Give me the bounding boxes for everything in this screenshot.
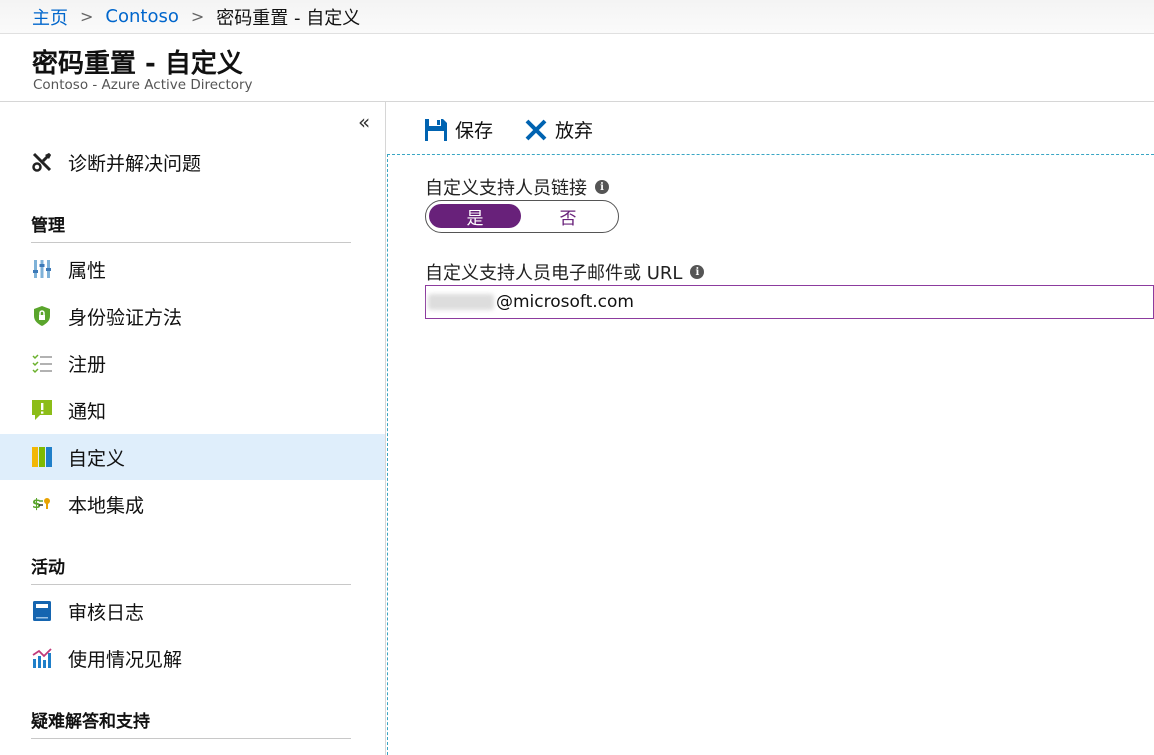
toggle-yes-option[interactable]: 是 <box>429 204 521 229</box>
blade-header: 密码重置 - 自定义 Contoso - Azure Active Direct… <box>0 35 1154 102</box>
support-link-label-text: 自定义支持人员链接 <box>425 178 587 199</box>
breadcrumb-separator-icon: > <box>190 7 205 26</box>
sidebar-item-audit-logs[interactable]: 审核日志 <box>0 588 385 634</box>
sidebar-item-label: 本地集成 <box>68 494 145 517</box>
sidebar-item-label: 身份验证方法 <box>68 306 183 329</box>
save-label: 保存 <box>455 120 494 142</box>
discard-label: 放弃 <box>555 120 594 142</box>
support-link-label: 自定义支持人员链接 i <box>425 174 609 200</box>
support-email-field[interactable]: @microsoft.com <box>425 285 1154 319</box>
section-divider <box>31 584 351 585</box>
sidebar-item-auth-methods[interactable]: 身份验证方法 <box>0 293 385 339</box>
support-link-toggle[interactable]: 是 否 <box>425 200 619 233</box>
section-divider <box>31 738 351 739</box>
breadcrumb-contoso[interactable]: Contoso <box>105 6 178 27</box>
info-icon[interactable]: i <box>690 265 705 279</box>
notification-icon <box>31 399 53 421</box>
on-premises-integration-icon: $ <box>31 493 53 515</box>
sidebar-item-label: 通知 <box>68 400 107 423</box>
breadcrumb: 主页 > Contoso > 密码重置 - 自定义 <box>0 0 1154 34</box>
sidebar-item-usage-insights[interactable]: 使用情况见解 <box>0 635 385 681</box>
sidebar-item-label: 使用情况见解 <box>68 648 183 671</box>
breadcrumb-home[interactable]: 主页 <box>32 4 68 30</box>
close-icon <box>524 118 548 142</box>
sidebar-item-onprem-integration[interactable]: $ 本地集成 <box>0 481 385 527</box>
page-title: 密码重置 - 自定义 <box>32 49 243 79</box>
command-bar: 保存 放弃 <box>387 102 1154 154</box>
toggle-no-option[interactable]: 否 <box>522 204 614 229</box>
collapse-sidebar-icon[interactable]: « <box>358 110 370 134</box>
audit-log-icon <box>31 600 53 622</box>
redacted-text-mask <box>428 294 494 310</box>
sidebar: « 诊断并解决问题 管理 属性 身份验证方法 注册 通知 自定义 $ 本地集成 … <box>0 102 386 755</box>
support-email-label: 自定义支持人员电子邮件或 URL i <box>425 259 705 285</box>
save-button[interactable]: 保存 <box>424 116 493 143</box>
properties-icon <box>31 258 53 280</box>
support-email-value: @microsoft.com <box>496 292 634 312</box>
content-pane <box>387 154 1154 755</box>
sidebar-item-label: 审核日志 <box>68 601 145 624</box>
section-heading-troubleshooting: 疑难解答和支持 <box>31 712 150 732</box>
sidebar-item-diagnose[interactable]: 诊断并解决问题 <box>0 139 385 185</box>
sidebar-item-customization[interactable]: 自定义 <box>0 434 385 480</box>
shield-lock-icon <box>31 305 53 327</box>
info-icon[interactable]: i <box>595 180 609 194</box>
sidebar-item-properties[interactable]: 属性 <box>0 246 385 292</box>
sidebar-item-label: 诊断并解决问题 <box>68 152 202 175</box>
section-heading-activity: 活动 <box>31 558 65 578</box>
breadcrumb-current: 密码重置 - 自定义 <box>216 7 361 29</box>
discard-button[interactable]: 放弃 <box>524 116 593 143</box>
sidebar-item-label: 自定义 <box>68 447 126 470</box>
breadcrumb-separator-icon: > <box>80 7 94 26</box>
usage-insights-icon <box>31 647 53 669</box>
sidebar-item-label: 属性 <box>68 259 107 282</box>
section-heading-manage: 管理 <box>31 216 65 236</box>
page-subtitle: Contoso - Azure Active Directory <box>33 77 253 93</box>
wrench-screwdriver-icon <box>31 151 53 173</box>
customization-icon <box>31 446 53 468</box>
support-email-label-text: 自定义支持人员电子邮件或 URL <box>425 263 683 284</box>
sidebar-item-notifications[interactable]: 通知 <box>0 387 385 433</box>
save-icon <box>424 118 448 142</box>
checklist-icon <box>31 352 53 374</box>
sidebar-item-label: 注册 <box>68 353 107 376</box>
sidebar-item-registration[interactable]: 注册 <box>0 340 385 386</box>
section-divider <box>31 242 351 243</box>
